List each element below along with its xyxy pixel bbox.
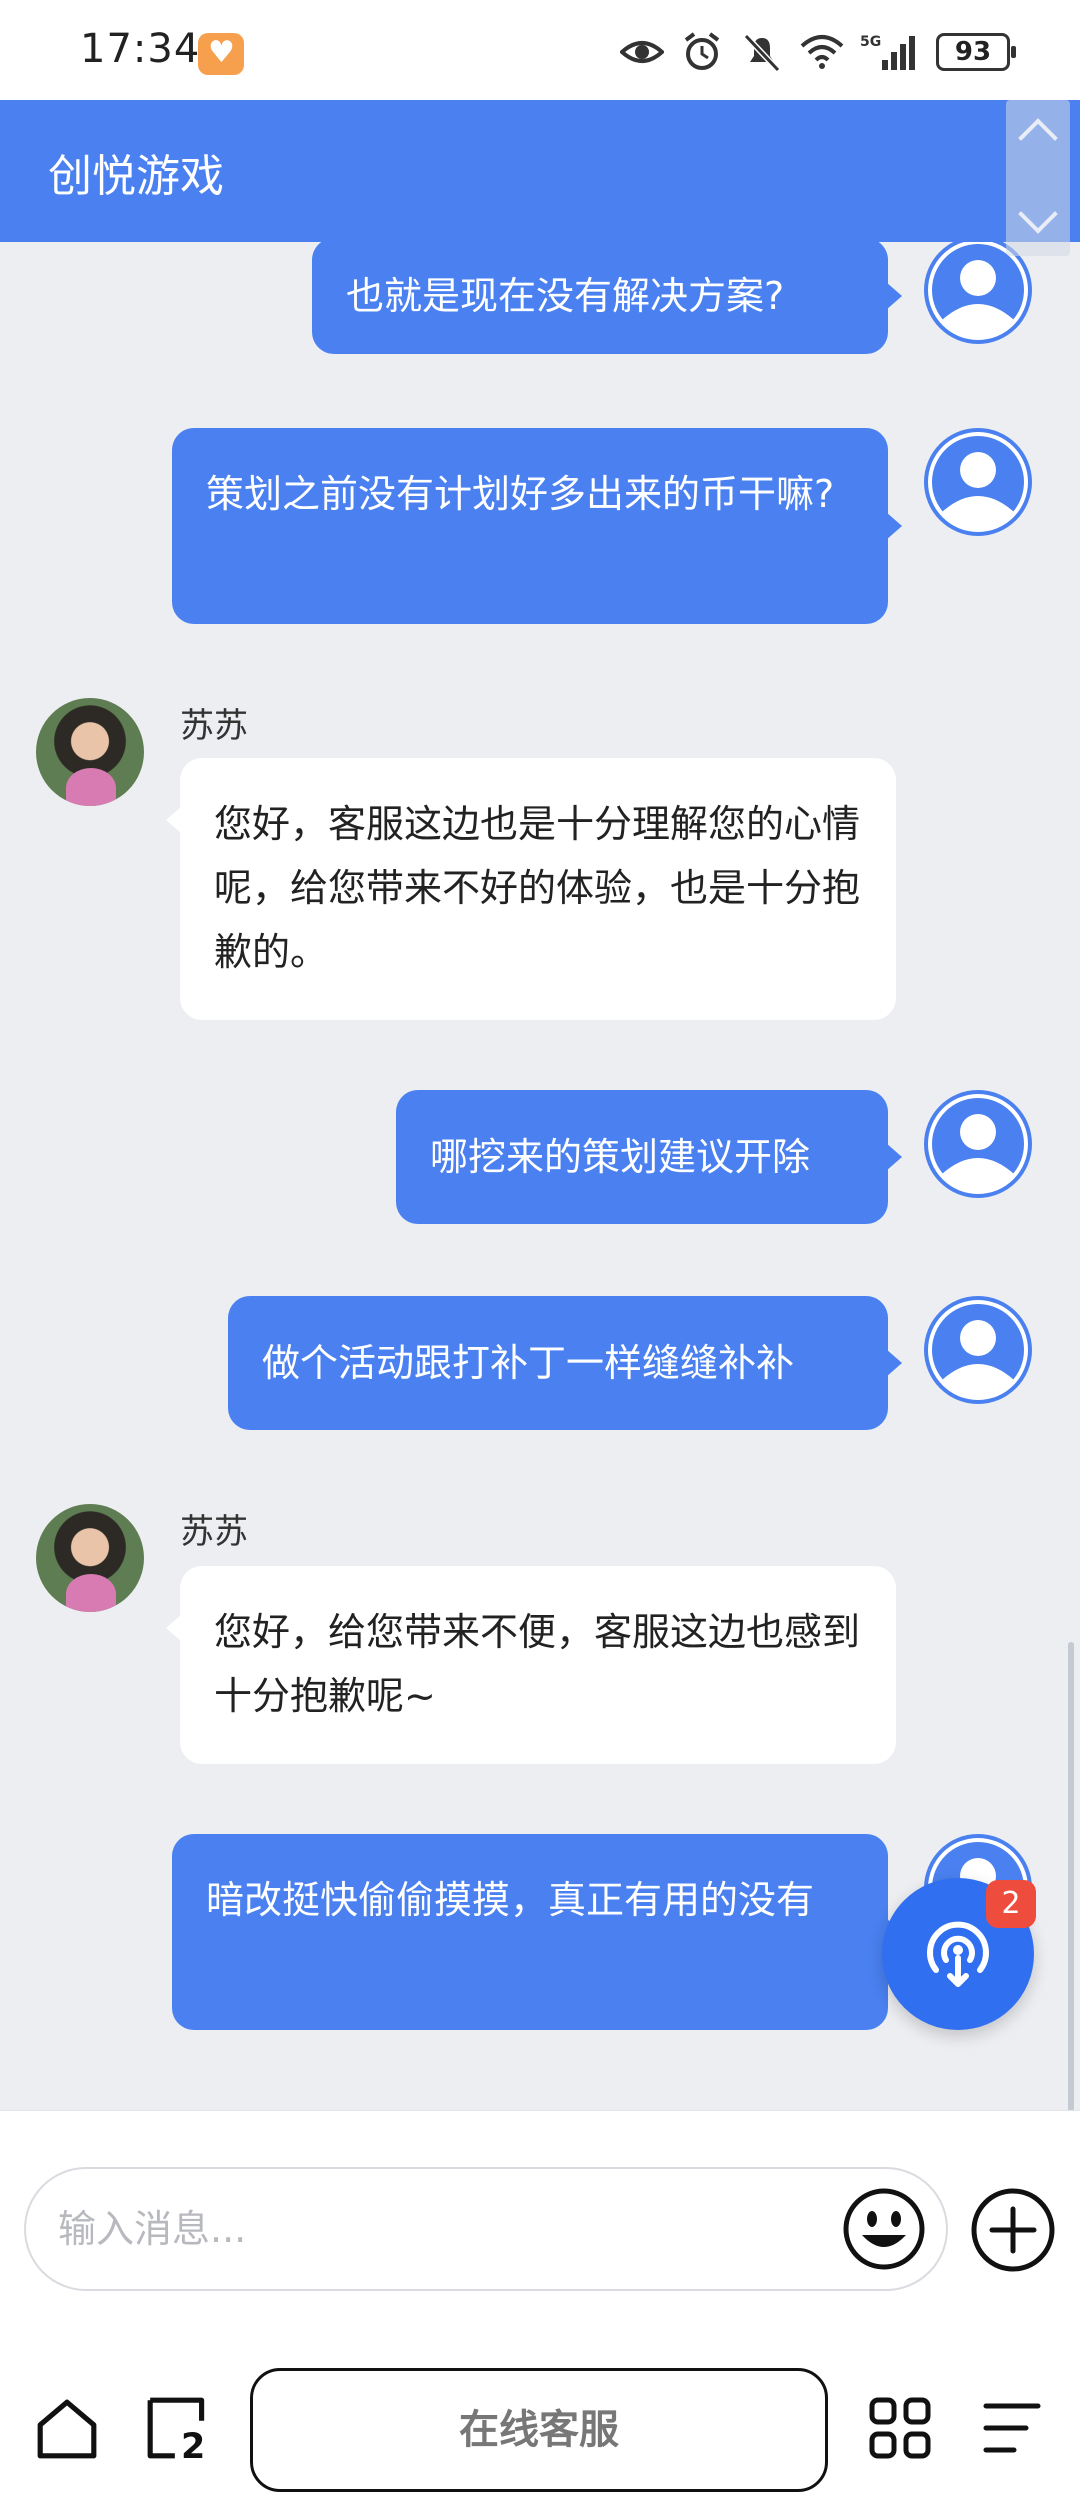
outgoing-message[interactable]: 暗改挺快偷偷摸摸，真正有用的没有	[172, 1834, 902, 2030]
agent-name: 苏苏	[180, 1512, 248, 1552]
signal-5g-icon: 5G	[860, 34, 915, 70]
message-text: 也就是现在没有解决方案?	[346, 274, 785, 318]
user-avatar	[924, 242, 1032, 344]
chevron-up-icon[interactable]	[1018, 118, 1058, 158]
online-service-button[interactable]: 在线客服	[250, 2368, 828, 2492]
add-icon[interactable]	[970, 2187, 1056, 2273]
podcast-icon	[927, 1921, 989, 1987]
user-icon	[928, 1300, 1028, 1400]
outgoing-message[interactable]: 也就是现在没有解决方案?	[312, 242, 902, 354]
notification-badge: 2	[986, 1880, 1036, 1928]
mute-bell-icon	[743, 33, 781, 72]
svg-text:5G: 5G	[860, 34, 881, 50]
app-notification-icon	[198, 33, 244, 75]
tabs-icon[interactable]: 2	[144, 2394, 216, 2462]
user-avatar	[924, 1090, 1032, 1198]
battery-indicator: 93	[936, 33, 1016, 71]
message-text: 哪挖来的策划建议开除	[430, 1135, 811, 1179]
user-avatar	[924, 1296, 1032, 1404]
message-text: 您好，客服这边也是十分理解您的心情呢，给您带来不好的体验，也是十分抱歉的。	[214, 802, 861, 974]
screen: 17:34 5G 93 创悦游戏 也就是现在没有解决方案? 策划之前没有计划好多…	[0, 0, 1080, 2520]
bottom-navigation: 2 在线客服	[0, 2310, 1080, 2520]
agent-name: 苏苏	[180, 706, 248, 746]
status-time: 17:34	[80, 26, 201, 72]
user-icon	[928, 432, 1028, 532]
page-scroll-control[interactable]	[1006, 100, 1070, 256]
alarm-icon	[684, 32, 720, 70]
app-header: 创悦游戏	[0, 100, 1080, 242]
eye-icon	[620, 41, 664, 63]
incoming-message[interactable]: 您好，给您带来不便，客服这边也感到十分抱歉呢~	[166, 1566, 896, 1764]
user-icon	[928, 1094, 1028, 1194]
status-bar: 17:34 5G 93	[0, 0, 1080, 100]
agent-avatar	[36, 1504, 144, 1612]
chat-scrollbar[interactable]	[1068, 1642, 1074, 2110]
menu-icon[interactable]	[980, 2396, 1044, 2460]
message-text: 您好，给您带来不便，客服这边也感到十分抱歉呢~	[214, 1610, 861, 1718]
svg-text:2: 2	[181, 2427, 205, 2462]
incoming-message[interactable]: 您好，客服这边也是十分理解您的心情呢，给您带来不好的体验，也是十分抱歉的。	[166, 758, 896, 1020]
outgoing-message[interactable]: 哪挖来的策划建议开除	[396, 1090, 902, 1224]
message-text: 策划之前没有计划好多出来的币干嘛?	[206, 472, 835, 516]
message-input-bar	[0, 2110, 1080, 2310]
page-title: 创悦游戏	[48, 151, 224, 202]
message-input[interactable]	[24, 2167, 948, 2291]
user-avatar	[924, 428, 1032, 536]
message-text: 暗改挺快偷偷摸摸，真正有用的没有	[206, 1878, 815, 1922]
chat-message-list[interactable]: 也就是现在没有解决方案? 策划之前没有计划好多出来的币干嘛? 苏苏 您好，客服这…	[0, 242, 1080, 2110]
user-icon	[928, 242, 1028, 340]
chevron-down-icon[interactable]	[1018, 194, 1058, 234]
outgoing-message[interactable]: 策划之前没有计划好多出来的币干嘛?	[172, 428, 902, 624]
agent-avatar	[36, 698, 144, 806]
emoji-icon[interactable]	[842, 2187, 926, 2271]
home-icon[interactable]	[34, 2396, 100, 2462]
status-icons: 5G 93	[620, 30, 1016, 74]
wifi-icon	[800, 35, 844, 69]
apps-grid-icon[interactable]	[868, 2396, 932, 2460]
outgoing-message[interactable]: 做个活动跟打补丁一样缝缝补补	[228, 1296, 902, 1430]
message-text: 做个活动跟打补丁一样缝缝补补	[262, 1341, 795, 1385]
